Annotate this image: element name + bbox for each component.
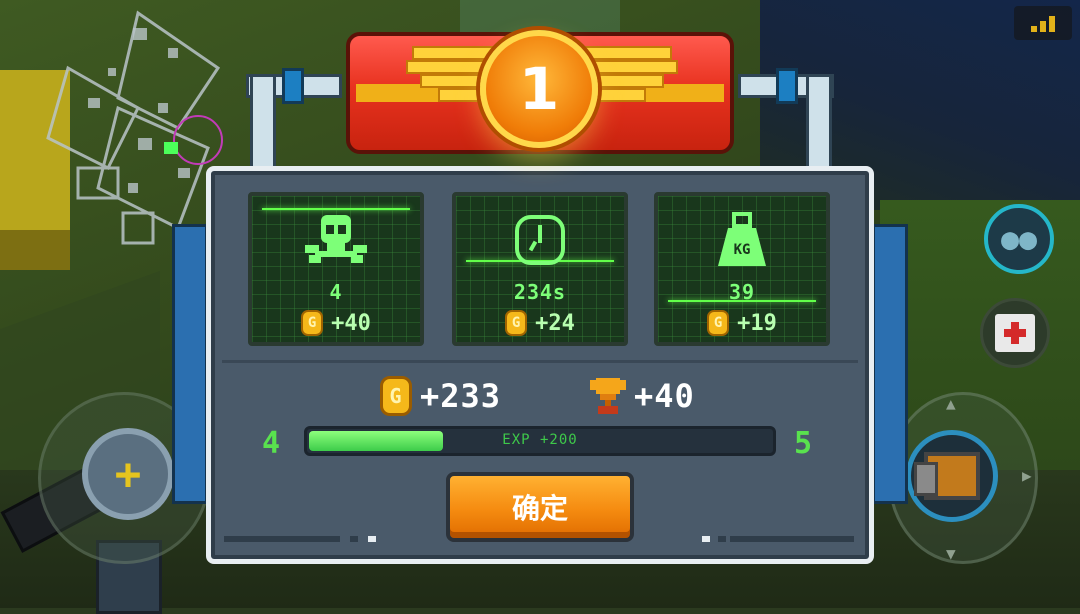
coin-icon: G	[707, 310, 730, 336]
frame-side	[172, 224, 208, 504]
survival-time: 234s	[513, 280, 567, 304]
pipe-joint	[776, 68, 798, 104]
frame-pipe	[806, 74, 832, 176]
confirm-button[interactable]: 确定	[446, 472, 634, 542]
skull-icon	[252, 210, 420, 270]
frame-pipe	[250, 74, 276, 176]
arrow-right-icon[interactable]: ▶	[1022, 466, 1032, 485]
weight-value: 39	[728, 280, 756, 304]
weapon-crate-icon	[914, 452, 980, 500]
exp-progress-bar: EXP +200	[304, 426, 776, 456]
kill-reward-amount: +40	[331, 310, 371, 336]
exp-gain-label: EXP +200	[502, 432, 578, 448]
next-level: 5	[794, 426, 813, 461]
player-marker-icon	[164, 142, 178, 154]
coin-icon: G	[505, 310, 528, 336]
arrow-down-icon[interactable]: ▼	[946, 544, 956, 563]
medkit-icon	[995, 314, 1035, 352]
stat-kills: 4 G +40	[248, 192, 424, 346]
arrow-up-icon[interactable]: ▲	[946, 394, 956, 413]
coin-icon: G	[301, 310, 324, 336]
clock-icon	[456, 210, 624, 270]
rank-medal: 1	[480, 30, 598, 148]
weight-reward: G +19	[658, 310, 826, 336]
coin-icon: G	[380, 376, 412, 416]
medkit-button[interactable]	[980, 298, 1050, 368]
weight-unit: KG	[733, 242, 751, 258]
rank-number: 1	[518, 55, 560, 123]
frame-side	[872, 224, 908, 504]
time-reward-amount: +24	[535, 310, 575, 336]
weight-reward-amount: +19	[737, 310, 777, 336]
current-level: 4	[262, 426, 281, 461]
kill-count: 4	[329, 280, 343, 304]
divider	[222, 360, 858, 363]
total-coins: G +233	[380, 374, 501, 418]
team-icon: ●●	[1000, 221, 1038, 257]
total-trophies: +40	[590, 374, 695, 418]
signal-bars-icon	[1014, 6, 1072, 40]
team-button[interactable]: ●●	[984, 204, 1054, 274]
stat-weight: KG 39 G +19	[654, 192, 830, 346]
total-coins-amount: +233	[420, 377, 502, 415]
weight-icon	[658, 210, 826, 270]
trophy-icon	[590, 378, 626, 414]
time-reward: G +24	[456, 310, 624, 336]
stat-survival-time: 234s G +24	[452, 192, 628, 346]
confirm-button-label: 确定	[511, 492, 568, 525]
plus-icon: +	[114, 448, 142, 500]
wing-icon	[584, 46, 678, 108]
kill-reward: G +40	[252, 310, 420, 336]
move-joystick[interactable]: +	[82, 428, 174, 520]
weapon-button[interactable]	[906, 430, 998, 522]
total-trophies-amount: +40	[634, 377, 695, 415]
pipe-joint	[282, 68, 304, 104]
